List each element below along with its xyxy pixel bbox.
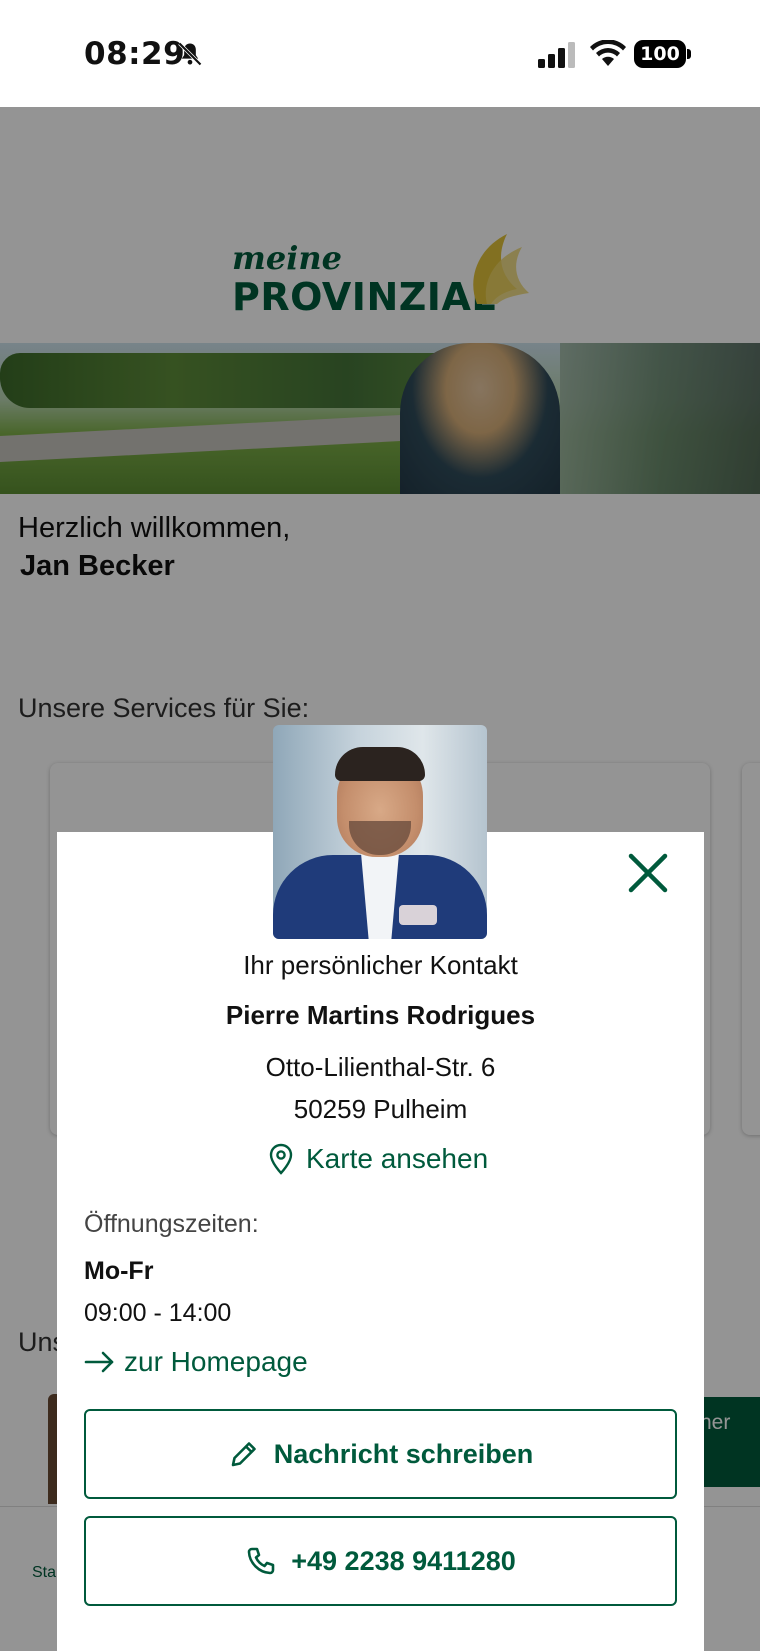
opening-time: 09:00 - 14:00 [84,1299,232,1327]
write-message-label: Nachricht schreiben [273,1438,534,1469]
contact-city: 50259 Pulheim [293,1094,468,1124]
call-phone-button[interactable]: +49 2238 9411280 [84,1516,677,1606]
map-link[interactable]: Karte ansehen [268,1141,488,1177]
wifi-icon [590,40,626,66]
write-message-button[interactable]: Nachricht schreiben [84,1409,677,1499]
contact-avatar [273,725,487,939]
contact-title: Ihr persönlicher Kontakt [243,950,518,980]
avatar-pocket-square [399,905,437,925]
phone-icon [247,1547,275,1575]
contact-name: Pierre Martins Rodrigues [225,1000,536,1030]
battery-icon: 100 [634,40,692,68]
status-bar: 08:29 100 [0,0,760,107]
opening-days: Mo-Fr [84,1257,154,1285]
bell-slash-icon [178,42,202,66]
homepage-link-label: zur Homepage [124,1346,308,1377]
battery-level: 100 [634,40,686,68]
status-time: 08:29 [84,36,186,72]
pencil-icon [231,1442,256,1467]
map-link-label: Karte ansehen [306,1143,489,1174]
close-icon[interactable] [625,850,671,896]
battery-cap [687,49,691,59]
phone-number-label: +49 2238 9411280 [291,1545,516,1576]
signal-icon [538,42,575,68]
avatar-hair [335,747,425,781]
arrow-right-icon [84,1351,114,1373]
contact-street: Otto-Lilienthal-Str. 6 [265,1052,496,1082]
opening-hours-label: Öffnungszeiten: [84,1210,259,1238]
map-pin-icon [269,1143,293,1175]
homepage-link[interactable]: zur Homepage [84,1344,308,1380]
